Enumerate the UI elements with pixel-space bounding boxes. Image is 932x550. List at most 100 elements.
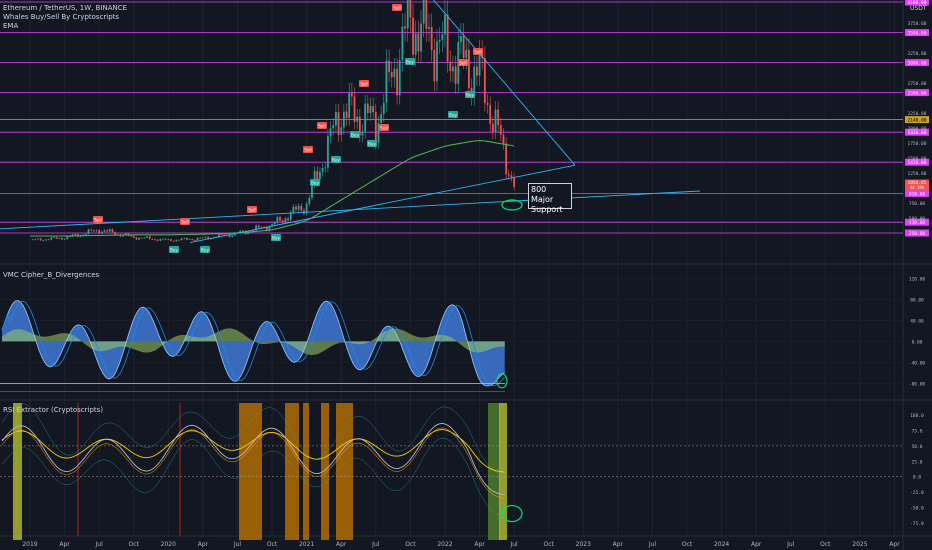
candle-body	[273, 222, 276, 225]
level-price-text: 3590.00	[908, 31, 927, 37]
time-tick-label: Oct	[820, 541, 831, 548]
sell-signal-text: Sell	[360, 81, 367, 86]
time-tick-label: Jul	[786, 541, 795, 548]
time-tick-label: Apr	[613, 541, 624, 548]
currency-label: USDT	[910, 5, 927, 12]
candle-body	[172, 240, 175, 242]
candle-body	[61, 237, 63, 240]
level-price-text: 910.00	[909, 191, 926, 197]
candle-body	[446, 14, 449, 62]
candle-body	[135, 237, 138, 240]
candle-body	[382, 102, 385, 115]
candle-body	[231, 235, 234, 237]
time-tick-label: Apr	[198, 541, 209, 548]
candle-body	[444, 14, 446, 35]
candle-body	[335, 112, 337, 126]
wavetrend-tick-label: 120.00	[909, 276, 926, 282]
candle-body	[47, 239, 50, 241]
candle-body	[345, 111, 348, 118]
candle-body	[130, 235, 132, 237]
candle-body	[50, 237, 53, 240]
candle-body	[337, 112, 340, 135]
buy-signal-text: Buy	[272, 235, 280, 240]
time-tick-label: Oct	[267, 541, 278, 548]
candle-body	[95, 230, 98, 232]
candle-body	[106, 230, 109, 232]
candle-body	[281, 220, 284, 222]
candle-body	[454, 66, 457, 84]
candle-body	[393, 68, 396, 78]
candle-body	[257, 225, 260, 228]
level-price-text: 3090.00	[908, 61, 927, 67]
time-tick-label: 2021	[299, 541, 314, 548]
candle-body	[146, 236, 148, 238]
candle-body	[433, 49, 436, 82]
candle-body	[342, 111, 345, 128]
candle-body	[422, 0, 425, 24]
rsi-tick-label: 75.0	[912, 429, 923, 435]
candle-body	[188, 239, 191, 240]
rsi-title: RSI Extractor (Cryptoscripts)	[3, 406, 104, 414]
candle-body	[316, 170, 319, 180]
candle-body	[199, 237, 202, 239]
buy-signal-text: Buy	[449, 112, 457, 117]
candle-body	[74, 234, 77, 235]
candle-body	[162, 238, 164, 240]
candle-body	[196, 237, 199, 241]
candle-body	[183, 237, 186, 239]
candle-body	[287, 218, 289, 221]
candle-body	[87, 229, 90, 234]
candle-body	[441, 34, 444, 40]
candle-body	[372, 106, 375, 113]
sell-signal-text: Sell	[474, 49, 481, 54]
candle-body	[138, 237, 140, 240]
candle-body	[364, 103, 367, 132]
sell-signal-text: Sell	[318, 123, 325, 128]
candle-body	[311, 184, 313, 198]
time-tick-label: 2025	[852, 541, 867, 548]
candle-body	[438, 39, 441, 42]
candle-body	[103, 230, 106, 232]
gold-level-text: 2140.00	[908, 118, 927, 124]
legend-indicator-whales: Whales Buy/Sell By Cryptoscripts	[3, 13, 120, 21]
time-tick-label: 2022	[437, 541, 452, 548]
candle-body	[295, 206, 297, 210]
candle-body	[420, 23, 422, 52]
time-tick-label: Oct	[405, 541, 416, 548]
time-tick-label: Oct	[129, 541, 140, 548]
time-tick-label: Apr	[474, 541, 485, 548]
candle-body	[460, 35, 462, 43]
time-tick-label: Jul	[233, 541, 242, 548]
chart-background	[0, 0, 932, 550]
candle-body	[468, 49, 470, 89]
candle-body	[151, 238, 154, 240]
time-tick-label: Apr	[59, 541, 70, 548]
candle-body	[329, 128, 332, 137]
candle-body	[143, 237, 146, 239]
candle-body	[31, 239, 34, 241]
candle-body	[513, 177, 516, 187]
candle-body	[42, 240, 45, 242]
wavetrend-tick-label: 0.00	[912, 339, 923, 345]
candle-body	[489, 104, 492, 124]
candle-body	[159, 239, 162, 241]
candle-body	[92, 230, 95, 232]
rsi-highlight-bar	[239, 403, 262, 540]
price-tick-label: 2000.00	[908, 126, 927, 132]
legend-indicator-ema: EMA	[3, 22, 19, 30]
buy-signal-text: Buy	[201, 247, 209, 252]
time-tick-label: Oct	[544, 541, 555, 548]
candle-body	[45, 239, 47, 241]
candle-body	[84, 233, 87, 235]
rsi-tick-label: -50.0	[910, 505, 924, 511]
candle-body	[497, 109, 500, 126]
wavetrend-tick-label: 40.00	[910, 318, 924, 324]
candle-body	[353, 96, 356, 122]
candle-body	[510, 175, 513, 178]
candle-body	[34, 239, 37, 241]
candle-body	[276, 217, 279, 223]
rsi-tick-label: -25.0	[910, 490, 924, 496]
candle-body	[156, 239, 159, 241]
rsi-highlight-bar	[303, 403, 309, 540]
candle-body	[494, 109, 497, 133]
